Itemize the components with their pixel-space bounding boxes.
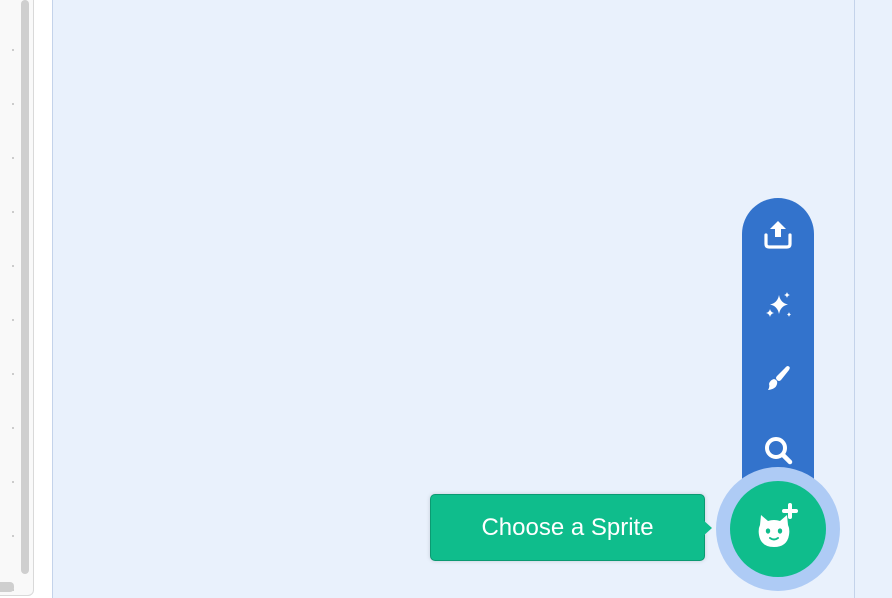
surprise-sprite-button[interactable]	[742, 278, 814, 334]
grid-dots	[12, 0, 14, 593]
tooltip-label: Choose a Sprite	[481, 513, 654, 541]
editor-root: Choose a Sprite	[0, 0, 892, 598]
vertical-scrollbar[interactable]	[21, 0, 29, 574]
cat-add-icon	[758, 503, 798, 547]
paint-sprite-button[interactable]	[742, 350, 814, 406]
choose-sprite-button[interactable]	[730, 481, 826, 577]
horizontal-scrollbar[interactable]	[0, 582, 14, 592]
stage-pane-edge	[855, 0, 892, 598]
search-icon	[765, 437, 793, 465]
choose-sprite-tooltip: Choose a Sprite	[430, 494, 705, 561]
paint-icon	[768, 366, 790, 390]
upload-sprite-button[interactable]	[742, 206, 814, 262]
tooltip-arrow	[702, 519, 712, 537]
surprise-icon	[766, 292, 791, 317]
upload-icon	[764, 221, 792, 249]
